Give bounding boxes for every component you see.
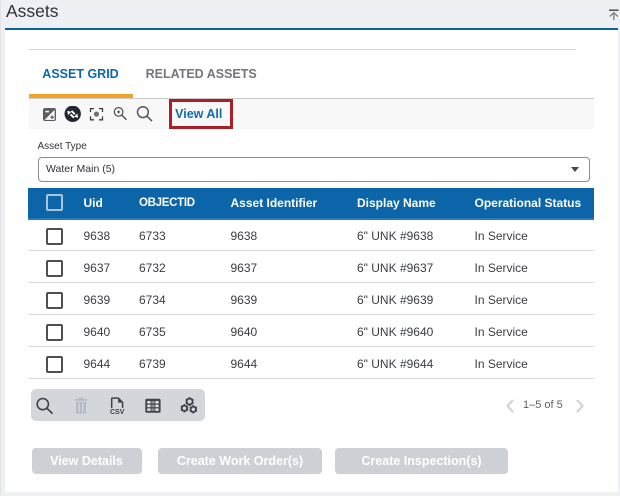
svg-text:CSV: CSV <box>110 409 125 416</box>
